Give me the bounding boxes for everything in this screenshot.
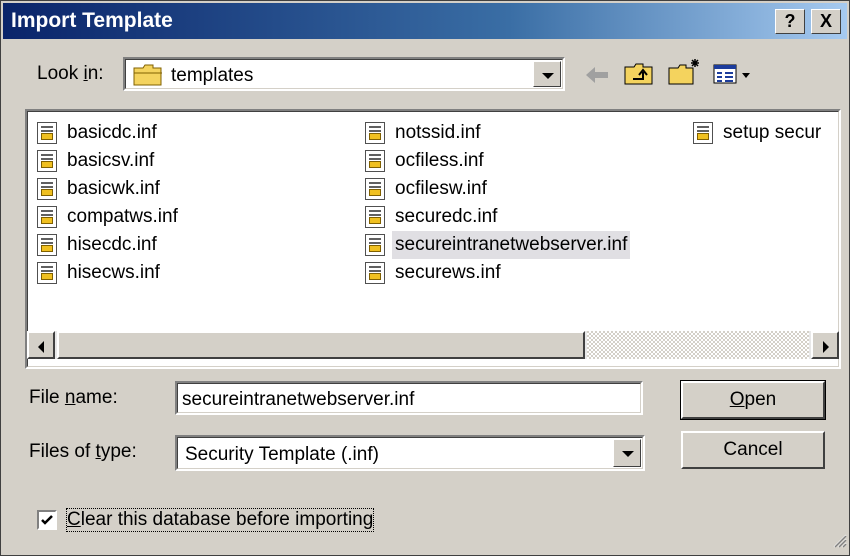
- inf-file-icon: [365, 206, 385, 228]
- file-item[interactable]: securews.inf: [359, 259, 501, 287]
- file-item[interactable]: securedc.inf: [359, 203, 497, 231]
- folder-icon: [133, 64, 163, 91]
- scroll-thumb[interactable]: [57, 331, 585, 359]
- file-type-label: Files of type:: [29, 441, 137, 462]
- file-item[interactable]: setup secur: [687, 119, 850, 147]
- cancel-button[interactable]: Cancel: [681, 431, 825, 469]
- inf-file-icon: [37, 234, 57, 256]
- file-name-value: secureintranetwebserver.inf: [182, 389, 415, 410]
- inf-file-icon: [365, 178, 385, 200]
- file-item[interactable]: compatws.inf: [31, 203, 178, 231]
- file-item[interactable]: basicdc.inf: [31, 119, 157, 147]
- file-item[interactable]: notssid.inf: [359, 119, 481, 147]
- horizontal-scrollbar[interactable]: [27, 331, 839, 359]
- inf-file-icon: [37, 150, 57, 172]
- file-item[interactable]: hisecws.inf: [31, 259, 160, 287]
- file-type-dropdown-button[interactable]: [613, 439, 641, 467]
- file-item-selected[interactable]: secureintranetwebserver.inf: [359, 231, 631, 259]
- scroll-right-button[interactable]: [811, 331, 839, 359]
- open-button[interactable]: Open: [680, 380, 826, 420]
- look-in-value: templates: [171, 65, 254, 86]
- look-in-dropdown-button[interactable]: [533, 61, 561, 87]
- inf-file-icon: [37, 206, 57, 228]
- scroll-track[interactable]: [587, 331, 809, 359]
- view-menu-icon[interactable]: [713, 63, 753, 92]
- inf-file-icon: [365, 150, 385, 172]
- new-folder-icon[interactable]: [667, 57, 703, 92]
- inf-file-icon: [693, 122, 713, 144]
- resize-grip-icon[interactable]: [831, 532, 847, 553]
- clear-database-checkbox[interactable]: [37, 510, 57, 530]
- close-button[interactable]: X: [811, 9, 841, 34]
- inf-file-icon: [37, 178, 57, 200]
- file-name-input[interactable]: secureintranetwebserver.inf: [175, 381, 643, 415]
- checkmark-icon: [41, 515, 53, 525]
- inf-file-icon: [37, 262, 57, 284]
- help-button[interactable]: ?: [775, 9, 805, 34]
- back-arrow-icon[interactable]: [583, 63, 611, 92]
- file-type-combobox[interactable]: Security Template (.inf): [175, 435, 645, 471]
- inf-file-icon: [365, 122, 385, 144]
- look-in-label: Look in:: [37, 63, 104, 84]
- clear-database-label[interactable]: Clear this database before importing: [65, 508, 375, 532]
- up-folder-icon[interactable]: [623, 61, 655, 92]
- file-name-label: File name:: [29, 387, 118, 408]
- inf-file-icon: [37, 122, 57, 144]
- file-item[interactable]: hisecdc.inf: [31, 231, 157, 259]
- file-item[interactable]: ocfilesw.inf: [359, 175, 487, 203]
- file-type-value: Security Template (.inf): [185, 444, 379, 465]
- inf-file-icon: [365, 234, 385, 256]
- scroll-right-icon: [823, 341, 829, 353]
- inf-file-icon: [365, 262, 385, 284]
- import-template-dialog: Import Template ? X Look in: templates b…: [0, 0, 850, 556]
- window-title: Import Template: [11, 9, 173, 32]
- scroll-left-button[interactable]: [27, 331, 55, 359]
- file-item[interactable]: basicsv.inf: [31, 147, 154, 175]
- file-item[interactable]: basicwk.inf: [31, 175, 160, 203]
- title-bar[interactable]: Import Template ? X: [3, 3, 847, 39]
- look-in-combobox[interactable]: templates: [123, 57, 565, 91]
- scroll-left-icon: [38, 341, 44, 353]
- file-item[interactable]: ocfiless.inf: [359, 147, 484, 175]
